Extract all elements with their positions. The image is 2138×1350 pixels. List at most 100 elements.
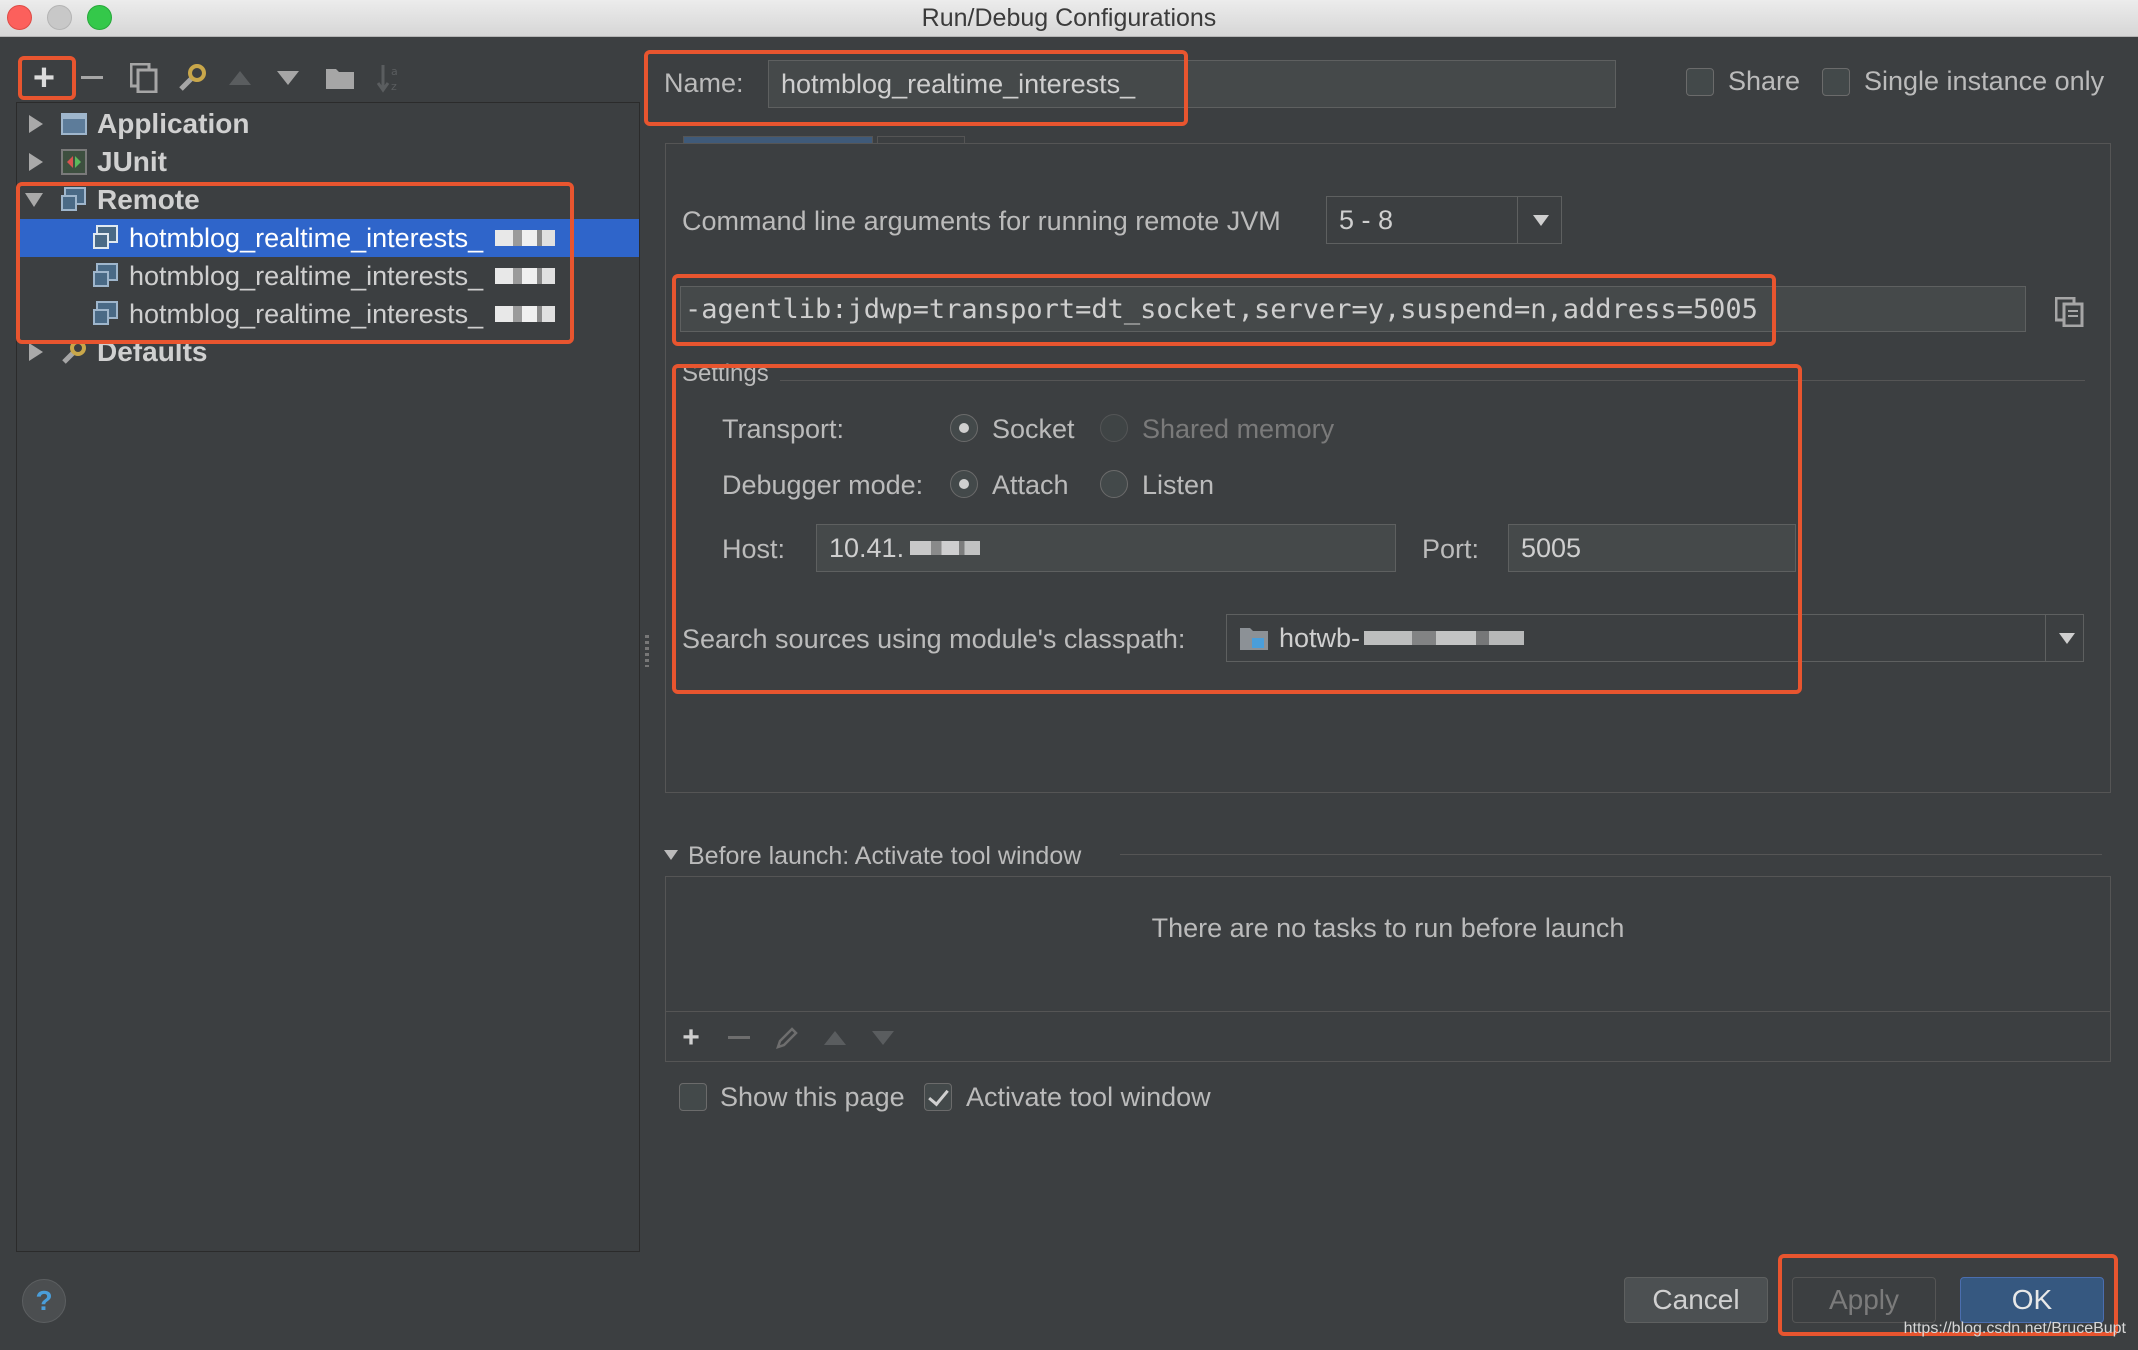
junit-icon xyxy=(61,149,87,175)
tree-item-label: hotmblog_realtime_interests_ xyxy=(129,298,484,329)
copy-icon[interactable] xyxy=(2048,290,2092,334)
settings-group-title: Settings xyxy=(682,360,769,387)
expand-icon[interactable] xyxy=(29,115,43,133)
show-this-page-checkbox[interactable] xyxy=(679,1083,707,1111)
attach-label: Attach xyxy=(992,470,1069,500)
tree-node-junit[interactable]: JUnit xyxy=(17,143,639,181)
redacted-text xyxy=(495,306,555,322)
classpath-label: Search sources using module's classpath: xyxy=(682,624,1186,654)
module-folder-icon xyxy=(1240,628,1268,650)
move-task-up-icon[interactable] xyxy=(815,1018,855,1058)
port-value: 5005 xyxy=(1521,532,1582,563)
tree-label-junit: JUnit xyxy=(97,146,167,177)
before-launch-toolbar: + xyxy=(665,1011,2111,1062)
tree-node-defaults[interactable]: Defaults xyxy=(17,333,639,371)
arrow-down-icon[interactable] xyxy=(266,56,310,100)
redacted-text xyxy=(1364,631,1525,645)
window-title: Run/Debug Configurations xyxy=(921,4,1217,32)
minus-icon[interactable] xyxy=(70,56,114,100)
combo-divider xyxy=(2045,615,2046,661)
debugger-mode-label: Debugger mode: xyxy=(722,470,924,500)
tree-label-remote: Remote xyxy=(97,184,200,215)
collapse-icon[interactable] xyxy=(25,193,43,207)
cmd-args-label: Command line arguments for running remot… xyxy=(682,206,1281,236)
tree-node-remote[interactable]: Remote xyxy=(17,181,639,219)
collapse-before-launch-icon[interactable] xyxy=(664,850,678,860)
remote-config-icon xyxy=(93,225,118,249)
name-value: hotmblog_realtime_interests_ xyxy=(781,68,1136,99)
ok-button[interactable]: OK xyxy=(1960,1277,2104,1323)
tree-item-remote-config-3[interactable]: hotmblog_realtime_interests_ xyxy=(17,295,639,333)
jvm-version-select[interactable]: 5 - 8 xyxy=(1326,196,1562,244)
tree-item-remote-config-1[interactable]: hotmblog_realtime_interests_ xyxy=(17,219,639,257)
edit-task-icon[interactable] xyxy=(767,1018,807,1058)
shared-memory-label: Shared memory xyxy=(1142,414,1335,444)
empty-tasks-message: There are no tasks to run before launch xyxy=(1151,913,1625,943)
watermark: https://blog.csdn.net/BruceBupt xyxy=(1903,1320,2126,1337)
application-icon xyxy=(61,113,87,135)
port-label: Port: xyxy=(1422,534,1480,564)
cancel-button[interactable]: Cancel xyxy=(1624,1277,1768,1323)
single-instance-checkbox[interactable] xyxy=(1822,68,1850,96)
folder-icon[interactable] xyxy=(318,56,362,100)
classpath-module-select[interactable]: hotwb- xyxy=(1226,614,2084,662)
remote-icon xyxy=(61,187,86,211)
activate-tool-window-checkbox[interactable] xyxy=(924,1083,952,1111)
tree-node-application[interactable]: Application xyxy=(17,105,639,143)
remote-config-icon xyxy=(93,263,118,287)
plus-icon[interactable]: + xyxy=(22,56,66,100)
chevron-down-icon xyxy=(1533,215,1549,226)
title-bar: Run/Debug Configurations xyxy=(0,0,2138,37)
jvm-version-value: 5 - 8 xyxy=(1339,204,1394,235)
redacted-text xyxy=(495,230,555,246)
transport-socket-radio[interactable] xyxy=(950,414,978,442)
tree-label-application: Application xyxy=(97,108,250,139)
add-task-icon[interactable]: + xyxy=(671,1018,711,1058)
tree-item-remote-config-2[interactable]: hotmblog_realtime_interests_ xyxy=(17,257,639,295)
move-task-down-icon[interactable] xyxy=(863,1018,903,1058)
cmd-args-field[interactable]: -agentlib:jdwp=transport=dt_socket,serve… xyxy=(680,286,2026,332)
apply-button[interactable]: Apply xyxy=(1792,1277,1936,1323)
share-checkbox[interactable] xyxy=(1686,68,1714,96)
configuration-tree: Application JUnit Remote hotmblog_realti… xyxy=(16,102,640,1252)
combo-divider xyxy=(1517,197,1518,243)
svg-text:a: a xyxy=(391,65,398,78)
arrow-up-icon[interactable] xyxy=(218,56,262,100)
before-launch-divider xyxy=(1120,854,2102,855)
remove-task-icon[interactable] xyxy=(719,1018,759,1058)
chevron-down-icon xyxy=(2059,633,2075,644)
host-label: Host: xyxy=(722,534,786,564)
sort-icon[interactable]: az xyxy=(368,56,412,100)
redacted-text xyxy=(910,541,981,555)
expand-icon[interactable] xyxy=(29,343,43,361)
redacted-text xyxy=(495,268,555,284)
expand-icon[interactable] xyxy=(29,153,43,171)
settings-divider xyxy=(780,380,2085,381)
name-field[interactable]: hotmblog_realtime_interests_ xyxy=(768,60,1616,108)
transport-shared-memory-radio[interactable] xyxy=(1100,414,1128,442)
host-input[interactable]: 10.41. xyxy=(816,524,1396,572)
remote-config-icon xyxy=(93,301,118,325)
tree-item-label: hotmblog_realtime_interests_ xyxy=(129,260,484,291)
wrench-icon xyxy=(62,340,86,364)
left-toolbar: + az xyxy=(18,56,638,100)
host-value: 10.41. xyxy=(829,532,905,563)
debugger-listen-radio[interactable] xyxy=(1100,470,1128,498)
panel-splitter[interactable] xyxy=(645,635,649,667)
before-launch-title: Before launch: Activate tool window xyxy=(688,842,1082,870)
cmd-args-value: -agentlib:jdwp=transport=dt_socket,serve… xyxy=(685,293,1758,325)
tree-label-defaults: Defaults xyxy=(97,336,208,367)
debugger-attach-radio[interactable] xyxy=(950,470,978,498)
share-label: Share xyxy=(1728,66,1801,96)
copy-icon[interactable] xyxy=(122,56,166,100)
show-this-page-label: Show this page xyxy=(720,1082,905,1112)
single-instance-label: Single instance only xyxy=(1864,66,2105,96)
classpath-value: hotwb- xyxy=(1279,622,1361,653)
wrench-icon[interactable] xyxy=(170,56,214,100)
activate-tool-window-label: Activate tool window xyxy=(966,1082,1211,1112)
tree-item-label: hotmblog_realtime_interests_ xyxy=(129,222,484,253)
help-button[interactable]: ? xyxy=(22,1279,66,1323)
name-label: Name: xyxy=(664,68,744,98)
listen-label: Listen xyxy=(1142,470,1215,500)
port-input[interactable]: 5005 xyxy=(1508,524,1796,572)
